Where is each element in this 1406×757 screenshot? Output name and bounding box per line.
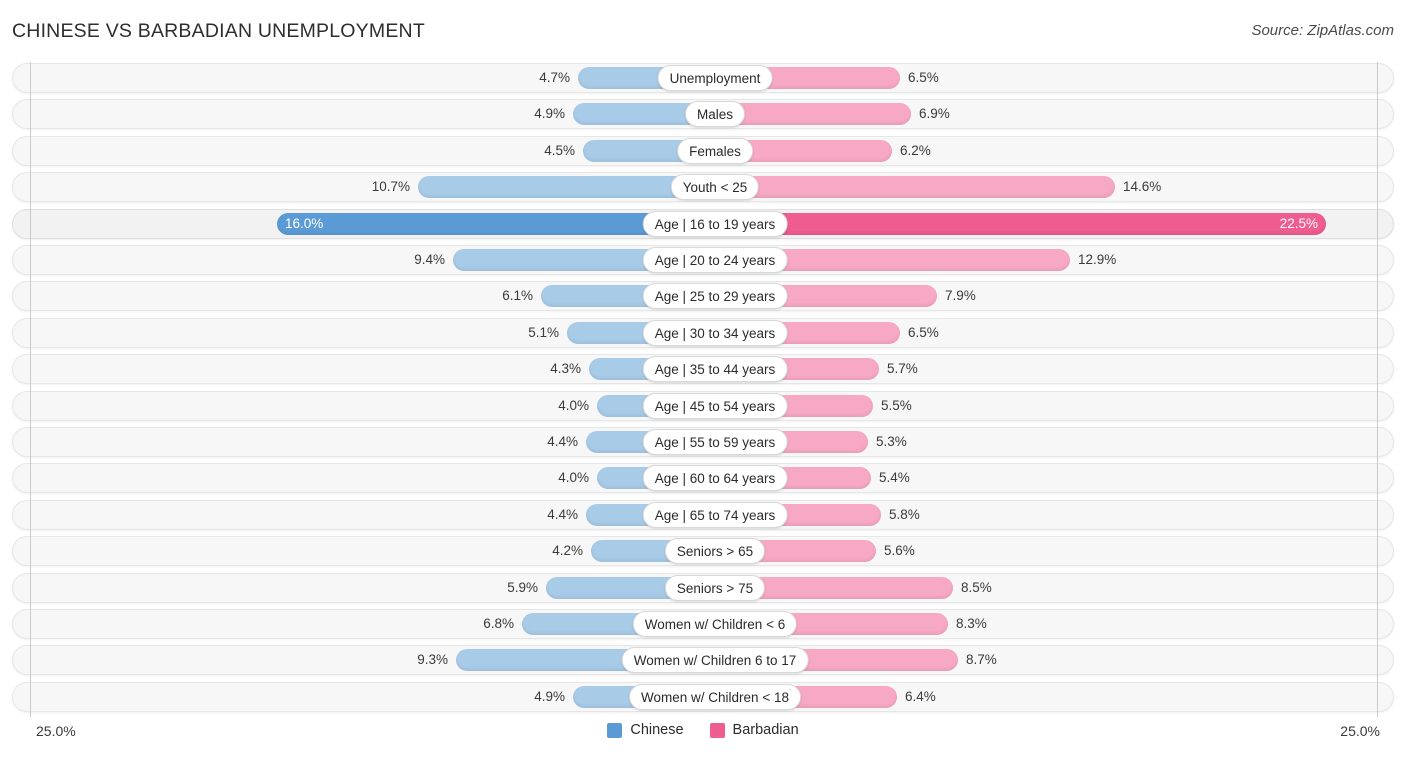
value-label-chinese: 4.9% (534, 688, 565, 704)
value-label-chinese: 5.9% (507, 579, 538, 595)
category-label-pill: Age | 30 to 34 years (642, 319, 788, 346)
category-label-pill: Age | 20 to 24 years (642, 247, 788, 273)
category-label-pill: Age | 25 to 29 years (642, 283, 788, 310)
category-label-pill: Females (677, 137, 753, 164)
value-label-barbadian: 5.8% (889, 506, 920, 522)
value-label-chinese: 4.9% (534, 106, 565, 122)
category-label-pill: Age | 35 to 44 years (642, 356, 788, 383)
axis-line-left (30, 62, 31, 717)
value-label-barbadian: 6.4% (905, 688, 936, 704)
category-label-pill: Women w/ Children 6 to 17 (621, 647, 809, 674)
legend-label: Barbadian (732, 722, 799, 738)
bar-barbadian (727, 212, 1326, 235)
value-label-chinese: 4.7% (539, 70, 570, 85)
value-label-barbadian: 7.9% (945, 288, 976, 304)
source-attribution: Source: ZipAtlas.com (1251, 22, 1394, 39)
value-label-chinese: 6.1% (502, 288, 533, 304)
chart-legend: Chinese Barbadian (0, 722, 1406, 738)
value-label-barbadian: 14.6% (1123, 179, 1162, 195)
legend-label: Chinese (630, 722, 684, 738)
chart-plot-area: 4.7% 6.5% Unemployment 4.9% 6.9% Males 4.5% 6.2… (12, 62, 1394, 717)
category-label-pill: Women w/ Children < 6 (632, 611, 798, 637)
legend-item: Barbadian (709, 722, 799, 738)
value-label-chinese: 4.0% (558, 397, 589, 413)
chart-page: CHINESE VS BARBADIAN UNEMPLOYMENT Source… (0, 0, 1406, 757)
bar-chinese (418, 176, 703, 199)
value-label-chinese: 9.4% (414, 252, 445, 267)
category-label-pill: Age | 60 to 64 years (642, 465, 788, 492)
value-label-barbadian: 8.7% (966, 652, 997, 668)
category-label-pill: Seniors > 65 (664, 538, 766, 565)
page-title: CHINESE VS BARBADIAN UNEMPLOYMENT (12, 20, 425, 42)
value-label-chinese: 4.3% (550, 361, 581, 377)
value-label-chinese: 4.2% (552, 543, 583, 559)
bar-chinese (573, 103, 703, 126)
category-label-pill: Women w/ Children < 18 (629, 683, 801, 710)
legend-swatch-icon (607, 722, 623, 738)
value-label-chinese: 4.4% (547, 434, 578, 449)
bar-barbadian (727, 103, 911, 126)
axis-line-right (1377, 62, 1378, 717)
category-label-pill: Age | 45 to 54 years (642, 392, 788, 419)
value-label-barbadian: 12.9% (1078, 252, 1117, 267)
value-label-barbadian: 22.5% (1279, 215, 1318, 231)
value-label-chinese: 4.4% (547, 506, 578, 522)
value-label-chinese: 4.5% (544, 142, 575, 158)
value-label-chinese: 16.0% (285, 215, 324, 231)
category-label-pill: Unemployment (657, 65, 773, 91)
value-label-chinese: 4.0% (558, 470, 589, 486)
category-label-pill: Youth < 25 (670, 174, 760, 201)
value-label-barbadian: 8.5% (961, 579, 992, 595)
legend-swatch-icon (709, 722, 725, 738)
value-label-barbadian: 5.4% (879, 470, 910, 486)
value-label-barbadian: 8.3% (956, 616, 987, 631)
bar-barbadian (727, 176, 1115, 199)
value-label-chinese: 9.3% (417, 652, 448, 668)
value-label-barbadian: 5.6% (884, 543, 915, 559)
category-label-pill: Seniors > 75 (664, 574, 766, 601)
value-label-barbadian: 6.5% (908, 70, 939, 85)
value-label-barbadian: 5.5% (881, 397, 912, 413)
value-label-barbadian: 6.9% (919, 106, 950, 122)
value-label-barbadian: 6.5% (908, 324, 939, 340)
value-label-chinese: 10.7% (371, 179, 410, 195)
value-label-barbadian: 6.2% (900, 142, 931, 158)
category-label-pill: Males (684, 101, 746, 128)
value-label-chinese: 6.8% (483, 616, 514, 631)
value-label-chinese: 5.1% (528, 324, 559, 340)
category-label-pill: Age | 65 to 74 years (642, 501, 788, 528)
category-label-pill: Age | 55 to 59 years (642, 429, 788, 455)
category-label-pill: Age | 16 to 19 years (642, 210, 788, 237)
value-label-barbadian: 5.7% (887, 361, 918, 377)
value-label-barbadian: 5.3% (876, 434, 907, 449)
legend-item: Chinese (607, 722, 684, 738)
